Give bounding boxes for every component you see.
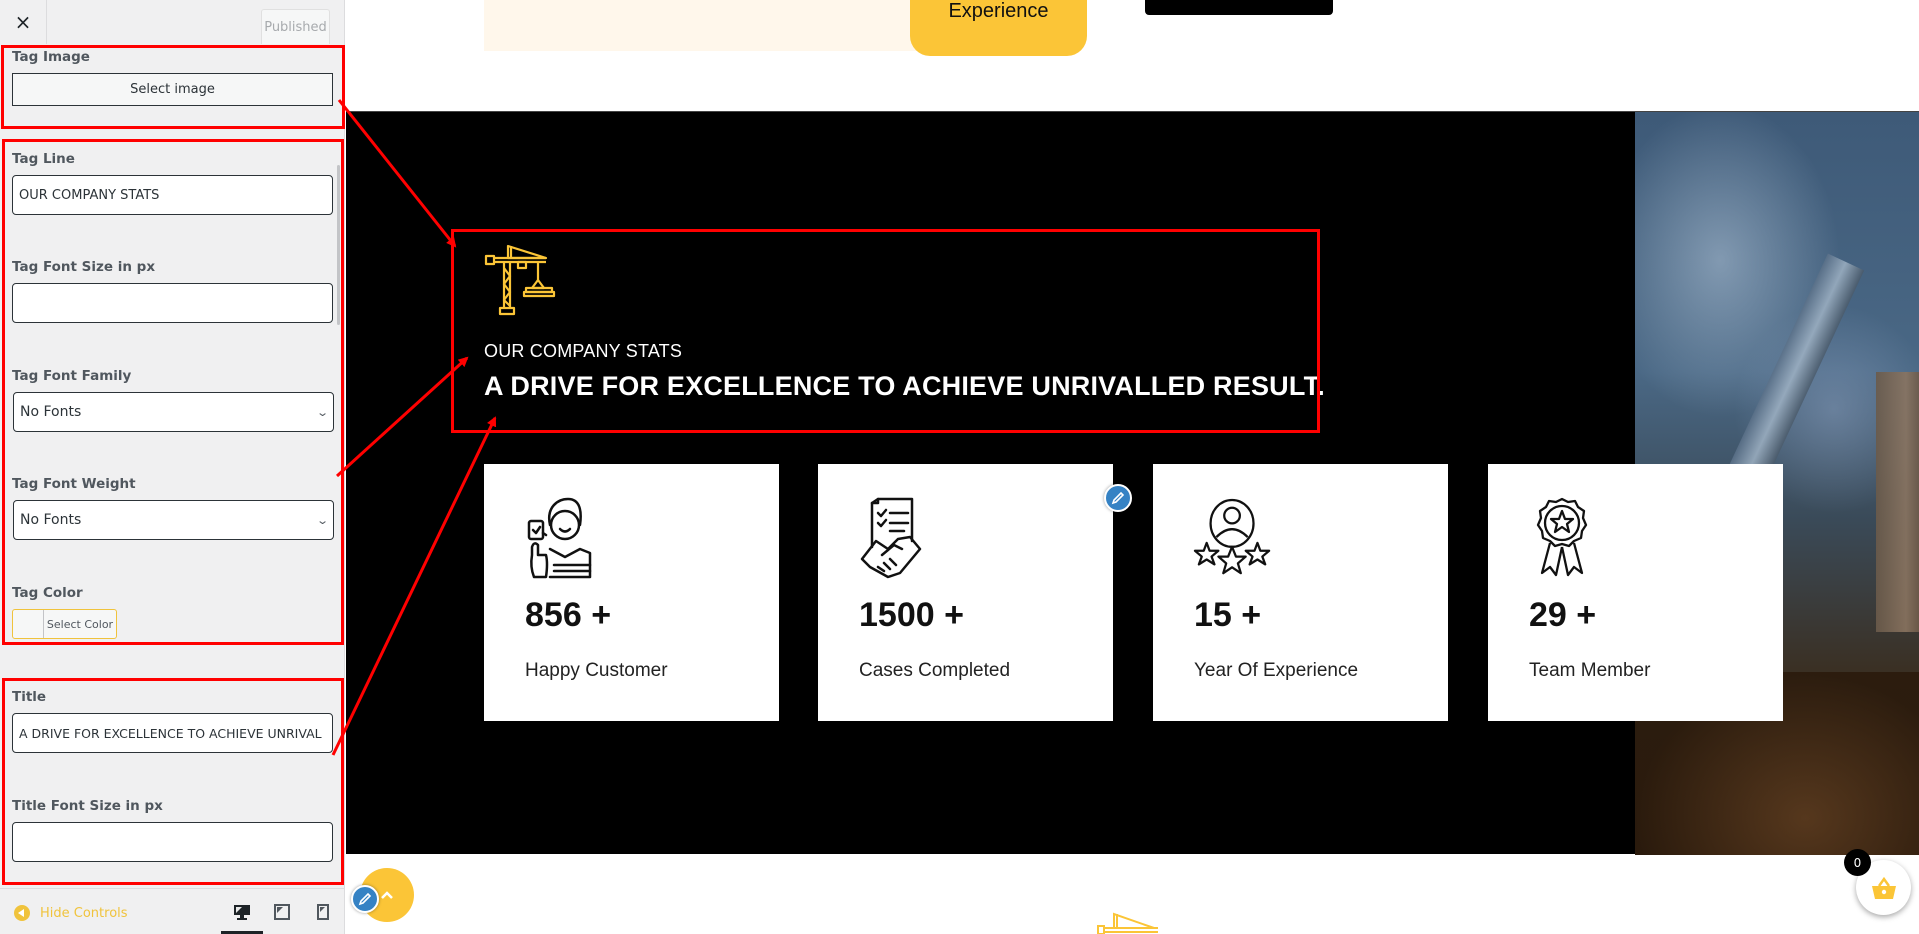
- section-tag-line: OUR COMPANY STATS: [484, 341, 683, 361]
- tag-font-weight-value: No Fonts: [20, 512, 82, 528]
- stat-value: 15 +: [1194, 596, 1262, 634]
- sidebar-scrollbar[interactable]: [337, 165, 340, 325]
- award-badge-icon: [1536, 497, 1588, 577]
- tag-font-weight-label: Tag Font Weight: [12, 476, 136, 492]
- tag-font-family-select[interactable]: No Fonts ⌄: [13, 392, 334, 432]
- tag-font-size-label: Tag Font Size in px: [12, 259, 156, 275]
- close-icon: ×: [14, 10, 32, 34]
- customizer-sidebar: × Published Tag Image Select image Tag L…: [0, 0, 345, 934]
- stat-label: Happy Customer: [525, 660, 668, 681]
- crane-icon: [1097, 912, 1158, 934]
- tag-color-label: Tag Color: [12, 585, 83, 601]
- device-mobile-button[interactable]: [313, 903, 333, 921]
- edit-shortcut-button[interactable]: [1104, 484, 1132, 512]
- sidebar-header: × Published: [0, 0, 345, 44]
- chevron-up-icon: [381, 891, 393, 899]
- stat-label: Year Of Experience: [1194, 660, 1359, 681]
- stat-card: 1500 + Cases Completed: [818, 464, 1113, 721]
- published-button[interactable]: Published: [261, 9, 330, 44]
- stat-value: 856 +: [525, 596, 612, 634]
- stat-value: 1500 +: [859, 596, 964, 634]
- device-tablet-button[interactable]: [272, 903, 292, 921]
- stat-card: 15 + Year Of Experience: [1153, 464, 1448, 721]
- mobile-icon: [317, 904, 329, 920]
- shopping-basket-icon: [1871, 876, 1896, 899]
- select-color-label: Select Color: [46, 617, 114, 631]
- tag-font-family-label: Tag Font Family: [12, 368, 132, 384]
- tag-image-label: Tag Image: [12, 49, 90, 65]
- cart-count-badge: 0: [1844, 849, 1871, 876]
- tag-font-weight-select[interactable]: No Fonts ⌄: [13, 500, 334, 540]
- stat-label: Team Member: [1529, 660, 1651, 681]
- stat-value: 29 +: [1529, 596, 1597, 634]
- sidebar-footer: Hide Controls: [0, 888, 345, 934]
- title-font-size-input[interactable]: [12, 822, 333, 862]
- happy-customer-icon: [527, 497, 592, 579]
- stat-label: Cases Completed: [859, 660, 1011, 681]
- select-image-button[interactable]: Select image: [12, 73, 333, 106]
- chevron-down-icon: ⌄: [315, 405, 329, 419]
- color-swatch: [13, 610, 44, 638]
- crane-icon: [484, 244, 556, 316]
- rating-stars-icon: [1193, 498, 1271, 575]
- collapse-arrow-icon: [14, 905, 30, 921]
- tag-font-family-value: No Fonts: [20, 404, 82, 420]
- tag-font-size-input[interactable]: [12, 283, 333, 323]
- chevron-down-icon: ⌄: [315, 513, 329, 527]
- title-label: Title: [12, 689, 47, 705]
- pencil-icon: [1111, 491, 1125, 505]
- pencil-icon: [358, 892, 372, 906]
- excavator-bucket: [1876, 372, 1919, 632]
- hide-controls-button[interactable]: Hide Controls: [14, 905, 128, 921]
- section-title: A DRIVE FOR EXCELLENCE TO ACHIEVE UNRIVA…: [484, 371, 1325, 401]
- title-input[interactable]: A DRIVE FOR EXCELLENCE TO ACHIEVE UNRIVA…: [12, 713, 333, 753]
- stat-card: 29 + Team Member: [1488, 464, 1783, 721]
- stat-card: 856 + Happy Customer: [484, 464, 779, 721]
- handshake-contract-icon: [860, 497, 922, 579]
- tag-line-input[interactable]: OUR COMPANY STATS: [12, 175, 333, 215]
- cream-banner: [484, 0, 944, 51]
- experience-button[interactable]: Experience: [910, 0, 1087, 56]
- tag-line-label: Tag Line: [12, 151, 75, 167]
- tablet-icon: [274, 904, 290, 920]
- tag-color-picker[interactable]: Select Color: [12, 609, 117, 639]
- title-font-size-label: Title Font Size in px: [12, 798, 163, 814]
- close-customizer-button[interactable]: ×: [0, 0, 47, 44]
- hide-controls-label: Hide Controls: [40, 905, 128, 921]
- device-desktop-button[interactable]: [232, 903, 252, 921]
- desktop-icon: [234, 905, 250, 920]
- edit-shortcut-button[interactable]: [351, 885, 379, 913]
- dark-button[interactable]: [1145, 0, 1333, 15]
